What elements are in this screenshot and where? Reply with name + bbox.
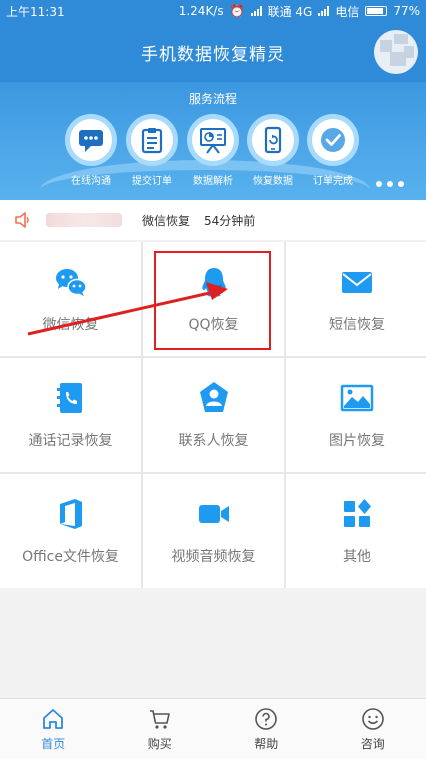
video-camera-icon <box>196 496 232 532</box>
help-icon <box>255 707 278 730</box>
call-log-icon <box>53 380 89 416</box>
grid-label: 图片恢复 <box>329 433 385 449</box>
battery-icon <box>365 6 388 16</box>
service-process: 服务流程 在线沟通 提交订单 数据解析 恢复数据 订单完成 <box>0 82 426 200</box>
avatar[interactable] <box>374 30 418 74</box>
grid-label: 其他 <box>343 549 371 565</box>
office-icon <box>53 496 89 532</box>
grid-label: 微信恢复 <box>42 317 99 333</box>
process-step-complete: 订单完成 <box>302 114 364 187</box>
notice-bar: 微信恢复 54分钟前 <box>0 200 426 240</box>
speaker-icon <box>15 212 29 228</box>
video-audio-recovery-button[interactable]: 视频音频恢复 <box>143 474 284 588</box>
checkmark-icon <box>307 114 359 166</box>
carrier1: 联通 4G <box>267 4 313 19</box>
process-title: 服务流程 <box>188 92 237 106</box>
signal-icon <box>250 6 262 16</box>
clipboard-icon <box>126 114 178 166</box>
bottom-nav: 首页 购买 帮助 咨询 <box>0 698 426 759</box>
other-recovery-button[interactable]: 其他 <box>286 474 426 588</box>
nav-consult[interactable]: 咨询 <box>320 699 426 759</box>
status-time: 上午11:31 <box>6 4 65 19</box>
battery-level: 77% <box>393 4 420 18</box>
office-recovery-button[interactable]: Office文件恢复 <box>0 474 141 588</box>
grid-label: 短信恢复 <box>329 317 385 333</box>
envelope-icon <box>339 264 375 300</box>
wechat-recovery-button[interactable]: 微信恢复 <box>0 242 141 356</box>
page-title: 手机数据恢复精灵 <box>141 44 285 65</box>
contact-icon <box>196 380 232 416</box>
grid-label: 通话记录恢复 <box>28 433 113 449</box>
grid-label: QQ恢复 <box>188 317 239 333</box>
smile-icon <box>361 707 384 730</box>
call-log-recovery-button[interactable]: 通话记录恢复 <box>0 358 141 472</box>
process-step-order: 提交订单 <box>121 114 183 187</box>
app-header: 手机数据恢复精灵 <box>0 22 426 82</box>
qq-recovery-button[interactable]: QQ恢复 <box>143 242 284 356</box>
more-dots-icon[interactable] <box>376 181 404 187</box>
cart-icon <box>149 709 170 729</box>
signal-icon <box>318 6 330 16</box>
contacts-recovery-button[interactable]: 联系人恢复 <box>143 358 284 472</box>
home-icon <box>43 708 64 729</box>
grid-label: 联系人恢复 <box>178 433 249 449</box>
notice-text: 微信恢复 <box>142 213 191 228</box>
qq-icon <box>196 264 232 300</box>
grid-label: Office文件恢复 <box>22 549 119 565</box>
image-icon <box>339 380 375 416</box>
recovery-grid: 微信恢复 QQ恢复 短信恢复 通话记录恢复 联系人恢复 图片恢复 Office文… <box>0 242 426 588</box>
apps-icon <box>339 496 375 532</box>
blurred-username <box>46 213 122 227</box>
process-step-analysis: 数据解析 <box>182 114 244 187</box>
nav-buy[interactable]: 购买 <box>107 699 214 759</box>
presentation-chart-icon <box>187 114 239 166</box>
phone-restore-icon <box>247 114 299 166</box>
nav-home[interactable]: 首页 <box>0 699 107 759</box>
status-bar: 上午11:31 1.24K/s ⏰ 联通 4G 电信 77% <box>0 0 426 22</box>
nav-help[interactable]: 帮助 <box>213 699 320 759</box>
process-step-chat: 在线沟通 <box>60 114 122 187</box>
process-step-restore: 恢复数据 <box>242 114 304 187</box>
alarm-icon: ⏰ <box>229 4 245 18</box>
image-recovery-button[interactable]: 图片恢复 <box>286 358 426 472</box>
notice-time: 54分钟前 <box>204 213 256 228</box>
chat-bubble-icon <box>65 114 117 166</box>
grid-label: 视频音频恢复 <box>171 549 256 565</box>
network-speed: 1.24K/s <box>178 4 224 18</box>
carrier2: 电信 <box>335 4 360 19</box>
sms-recovery-button[interactable]: 短信恢复 <box>286 242 426 356</box>
wechat-icon <box>53 264 89 300</box>
